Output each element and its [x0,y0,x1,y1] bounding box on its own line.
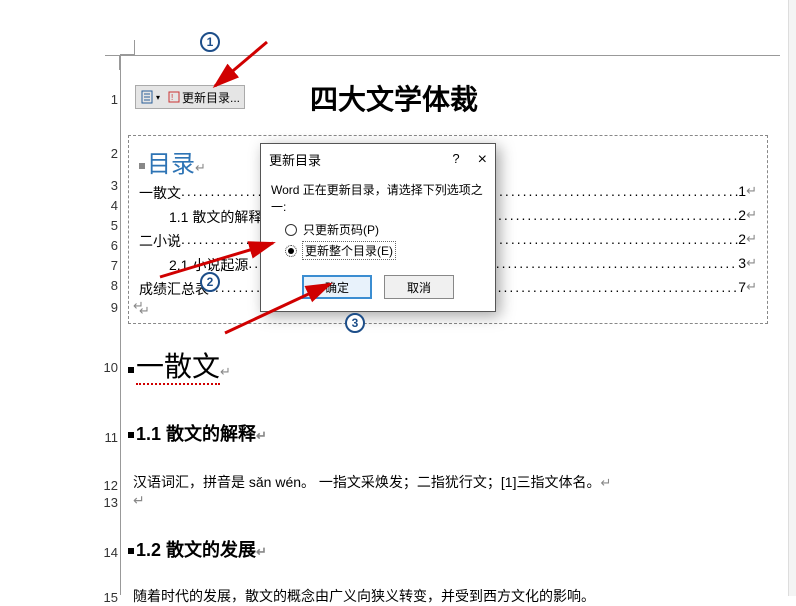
page-corner [105,55,120,70]
line-number: 12 [100,478,118,493]
document-icon [140,90,154,104]
cancel-button[interactable]: 取消 [384,275,454,299]
paragraph-mark: ↵ [133,298,144,314]
line-number: 15 [100,590,118,605]
line-number: 13 [100,495,118,510]
radio-update-pages[interactable]: 只更新页码(P) [285,221,485,238]
document-title: 四大文学体裁 [310,78,478,118]
svg-text:!: ! [171,93,173,102]
line-number: 6 [100,238,118,253]
radio-icon [285,224,297,236]
line-number: 2 [100,146,118,161]
page-corner [120,40,135,55]
line-number: 14 [100,545,118,560]
body-paragraph: 随着时代的发展，散文的概念由广义向狭义转变，并受到西方文化的影响。 [133,586,595,606]
update-toc-dialog: 更新目录 ? × Word 正在更新目录，请选择下列选项之一: 只更新页码(P)… [260,143,496,312]
line-number: 8 [100,278,118,293]
radio-label: 只更新页码(P) [303,221,379,238]
line-number: 1 [100,92,118,107]
toc-entry[interactable]: 一散文 [139,183,181,203]
ok-button[interactable]: 确定 [302,275,372,299]
dialog-title: 更新目录 [269,150,321,169]
line-number: 5 [100,218,118,233]
toc-menu-button[interactable]: ▾ [136,88,164,106]
annotation-badge-1: 1 [200,32,220,52]
body-paragraph: 汉语词汇，拼音是 sǎn wén。 一指文采焕发；二指犹行文；[1]三指文体名。… [133,472,611,492]
line-number: 7 [100,258,118,273]
paragraph-mark: ↵ [133,492,145,509]
scrollbar[interactable] [788,0,796,596]
close-button[interactable]: × [478,151,487,169]
annotation-badge-2: 2 [200,272,220,292]
line-number: 10 [100,360,118,375]
toc-entry[interactable]: 1.1 散文的解释 [169,207,262,227]
toc-entry[interactable]: 成绩汇总表 [139,279,209,299]
heading-2: 1.2 散文的发展↵ [128,536,267,562]
line-number: 11 [100,430,118,445]
toc-page: 2 [738,231,746,251]
toc-entry[interactable]: 二小说 [139,231,181,251]
heading-2: 1.1 散文的解释↵ [128,420,267,446]
update-toc-label: 更新目录... [182,89,240,106]
toc-page: 7 [738,279,746,299]
line-number: 4 [100,198,118,213]
toc-heading: 目录 [147,152,195,178]
annotation-badge-3: 3 [345,313,365,333]
update-toc-button[interactable]: ! 更新目录... [164,87,244,108]
dialog-message: Word 正在更新目录，请选择下列选项之一: [271,181,485,215]
toc-toolbar: ▾ ! 更新目录... [135,85,245,109]
heading-1: 一散文↵ [128,345,231,385]
toc-page: 1 [738,183,746,203]
help-button[interactable]: ? [452,151,459,169]
refresh-icon: ! [168,91,180,103]
chevron-down-icon: ▾ [156,93,160,102]
line-number: 9 [100,300,118,315]
radio-label: 更新整个目录(E) [303,242,395,259]
toc-page: 2 [738,207,746,227]
line-number: 3 [100,178,118,193]
toc-page: 3 [738,255,746,275]
radio-update-all[interactable]: 更新整个目录(E) [285,242,485,259]
radio-icon [285,245,297,257]
